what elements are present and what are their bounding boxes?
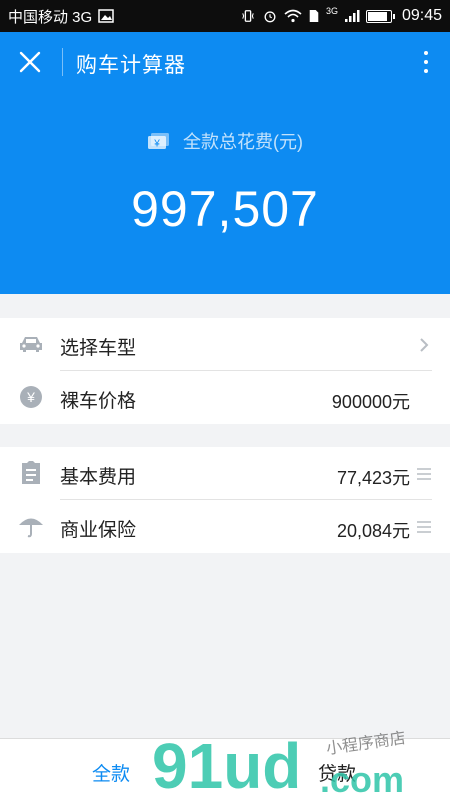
battery-fill [367,11,388,21]
basic-fees-value: 77,423元 [336,468,410,488]
signal-icon [344,10,360,22]
title-divider [62,48,63,76]
total-cost-value: 997,507 [131,181,319,237]
watermark-tagline: 小程序商店 [325,730,407,758]
menu-icon[interactable] [416,517,432,537]
page-title: 购车计算器 [76,54,186,77]
total-label: 全款总花费(元) [183,132,303,152]
total-label-row: ¥ 全款总花费(元) [0,128,450,154]
summary-header: 购车计算器 ¥ 全款总花费(元) 997,507 [0,32,450,294]
commercial-insurance-row[interactable]: 商业保险 20,084元 [0,500,450,553]
tab-full-payment[interactable]: 全款 [92,759,130,786]
clock: 09:45 [401,7,442,24]
commercial-insurance-label: 商业保险 [60,520,137,541]
basic-fees-row[interactable]: 基本费用 77,423元 [0,447,450,500]
fees-group: 基本费用 77,423元 商业保险 20,084元 [0,447,450,553]
select-model-row[interactable]: 选择车型 [0,318,450,371]
basic-fees-label: 基本费用 [60,467,137,488]
umbrella-icon [18,513,44,539]
currency-glyph: ¥ [153,139,160,150]
status-bar: 中国移动 3G 3G 09:45 [0,0,450,32]
battery-icon [365,9,395,23]
bare-car-price-row[interactable]: ¥ 裸车价格 900000元 [0,371,450,424]
watermark-domain: .com [320,759,404,800]
watermark-logo-text: 91ud [152,730,301,800]
commercial-insurance-value: 20,084元 [336,521,410,541]
yen-coin-icon: ¥ [18,384,44,410]
alarm-icon [264,11,276,23]
app-bar: 购车计算器 [0,32,450,90]
more-dot [424,69,428,73]
yen-glyph: ¥ [26,389,35,405]
chevron-right-icon [416,335,432,355]
sim-icon [309,10,319,22]
more-dot [424,51,428,55]
carrier-label: 中国移动 3G [8,8,93,26]
more-dot [424,60,428,64]
document-icon [18,460,44,486]
bare-car-price-value: 900000元 [331,392,410,412]
watermark-logo: 91ud .com 小程序商店 [152,730,407,800]
car-settings-group: 选择车型 ¥ 裸车价格 900000元 [0,318,450,424]
money-icon: ¥ [148,133,169,150]
close-button[interactable] [14,46,46,78]
menu-icon[interactable] [416,464,432,484]
more-options-button[interactable] [418,46,434,78]
car-icon [18,331,44,357]
image-notification-icon [98,9,114,23]
close-icon [19,51,41,73]
wifi-icon [284,9,302,23]
network-type-label: 3G [325,6,338,16]
bare-car-price-label: 裸车价格 [60,391,137,412]
select-model-label: 选择车型 [60,338,137,359]
vibrate-icon [242,10,254,22]
